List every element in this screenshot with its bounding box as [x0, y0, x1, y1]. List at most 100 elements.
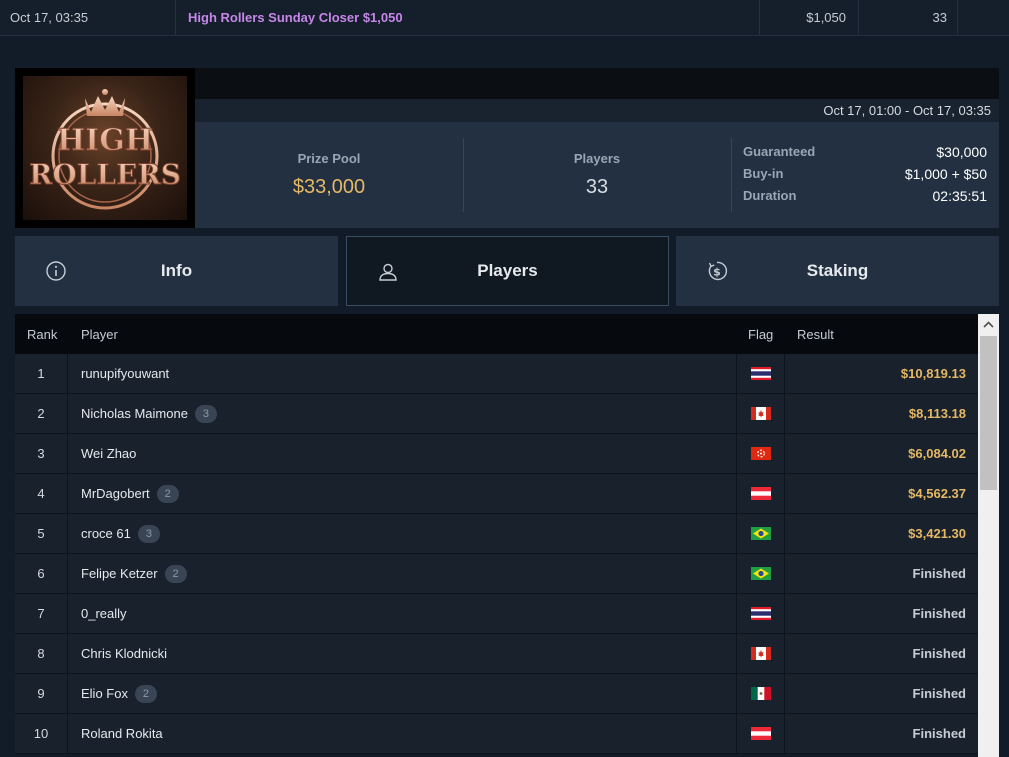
rank-cell: 2 [15, 394, 68, 433]
player-name[interactable]: Chris Klodnicki [81, 646, 167, 661]
player-name[interactable]: Felipe Ketzer [81, 566, 158, 581]
result-cell: $8,113.18 [908, 406, 966, 421]
table-row[interactable]: 4 MrDagobert 2 $4,562.37 [15, 474, 978, 514]
tab-info[interactable]: Info [15, 236, 338, 306]
previous-tournament-row[interactable]: Oct 17, 03:35 High Rollers Sunday Closer… [0, 0, 1009, 36]
tab-label: Players [477, 261, 538, 280]
player-cell[interactable]: Nicholas Maimone 3 [81, 394, 217, 433]
table-header: Rank Player Flag Result [15, 314, 978, 354]
header-result[interactable]: Result [797, 327, 834, 342]
detail-guaranteed: Guaranteed $30,000 [743, 144, 987, 166]
table-row[interactable]: 3 Wei Zhao $6,084.02 [15, 434, 978, 474]
tournament-name-link[interactable]: High Rollers Sunday Closer $1,050 [176, 0, 760, 35]
tournament-details: Guaranteed $30,000 Buy-in $1,000 + $50 D… [731, 122, 999, 228]
tab-staking[interactable]: $ Staking [676, 236, 999, 306]
rank-cell: 9 [15, 674, 68, 713]
tournament-stats: Prize Pool $33,000 Players 33 Guaranteed… [195, 122, 999, 228]
prize-pool-label: Prize Pool [297, 151, 361, 166]
detail-label: Duration [743, 188, 797, 203]
result-cell: Finished [912, 686, 966, 701]
player-cell[interactable]: 0_really [81, 594, 127, 633]
player-cell[interactable]: Elio Fox 2 [81, 674, 157, 713]
table-row[interactable]: 8 Chris Klodnicki Finished [15, 634, 978, 674]
header-rank[interactable]: Rank [27, 327, 57, 342]
flag-cell [736, 514, 785, 553]
canada-flag-icon [750, 647, 771, 660]
logo-text-rollers: ROLLERS [29, 158, 181, 191]
player-cell[interactable]: croce 61 3 [81, 514, 160, 553]
tab-label: Info [160, 261, 193, 280]
canada-flag-icon [750, 407, 771, 420]
result-cell: Finished [912, 646, 966, 661]
player-name[interactable]: Wei Zhao [81, 446, 136, 461]
player-name[interactable]: Roland Rokita [81, 726, 163, 741]
table-row[interactable]: 7 0_really Finished [15, 594, 978, 634]
players-value: 33 [585, 176, 609, 198]
detail-value: $30,000 [936, 144, 987, 160]
table-row[interactable]: 9 Elio Fox 2 Finished [15, 674, 978, 714]
flag-cell [736, 474, 785, 513]
player-name[interactable]: runupifyouwant [81, 366, 169, 381]
detail-value: 02:35:51 [932, 188, 988, 204]
thailand-flag-icon [750, 367, 771, 380]
result-cell: $10,819.13 [900, 366, 966, 381]
dollar-icon: $ [708, 261, 728, 281]
info-icon [46, 261, 66, 281]
header-flag[interactable]: Flag [748, 327, 773, 342]
flag-cell [736, 394, 785, 433]
detail-value: $1,000 + $50 [904, 166, 987, 182]
svg-text:$: $ [713, 266, 721, 279]
flag-cell [736, 554, 785, 593]
table-row[interactable]: 2 Nicholas Maimone 3 $8,113.18 [15, 394, 978, 434]
prize-pool-stat: Prize Pool $33,000 [195, 122, 463, 228]
table-row[interactable]: 5 croce 61 3 $3,421.30 [15, 514, 978, 554]
flag-cell [736, 714, 785, 753]
table-row[interactable]: 10 Roland Rokita Finished [15, 714, 978, 754]
tab-label: Staking [806, 261, 869, 280]
austria-flag-icon [750, 487, 771, 500]
rank-cell: 5 [15, 514, 68, 553]
tournament-players: 33 [859, 0, 958, 35]
mexico-flag-icon [750, 687, 771, 700]
scroll-up-icon[interactable] [978, 314, 999, 334]
player-name[interactable]: croce 61 [81, 526, 131, 541]
player-name[interactable]: Nicholas Maimone [81, 406, 188, 421]
thailand-flag-icon [750, 607, 771, 620]
table-scrollbar[interactable] [978, 314, 999, 757]
player-cell[interactable]: MrDagobert 2 [81, 474, 179, 513]
flag-cell [736, 634, 785, 673]
rank-cell: 7 [15, 594, 68, 633]
entries-badge: 3 [137, 524, 160, 543]
table-row[interactable]: 6 Felipe Ketzer 2 Finished [15, 554, 978, 594]
player-cell[interactable]: Felipe Ketzer 2 [81, 554, 187, 593]
tournament-date: Oct 17, 03:35 [0, 0, 176, 35]
tab-players[interactable]: Players [346, 236, 669, 306]
rank-cell: 8 [15, 634, 68, 673]
scrollbar-thumb[interactable] [980, 336, 997, 490]
rank-cell: 10 [15, 714, 68, 753]
player-name[interactable]: MrDagobert [81, 486, 150, 501]
players-label: Players [573, 151, 621, 166]
players-stat: Players 33 [463, 122, 731, 228]
header-player[interactable]: Player [81, 327, 118, 342]
player-name[interactable]: Elio Fox [81, 686, 128, 701]
table-row[interactable]: 1 runupifyouwant $10,819.13 [15, 354, 978, 394]
logo-text-high: HIGH [57, 123, 153, 158]
flag-cell [736, 594, 785, 633]
player-cell[interactable]: Roland Rokita [81, 714, 163, 753]
rank-cell: 6 [15, 554, 68, 593]
player-cell[interactable]: Chris Klodnicki [81, 634, 167, 673]
result-cell: Finished [912, 566, 966, 581]
hong-kong-flag-icon [750, 447, 771, 460]
rank-cell: 3 [15, 434, 68, 473]
entries-badge: 3 [194, 404, 217, 423]
detail-duration: Duration 02:35:51 [743, 188, 987, 210]
detail-label: Buy-in [743, 166, 784, 181]
brazil-flag-icon [750, 567, 771, 580]
player-name[interactable]: 0_really [81, 606, 127, 621]
entries-badge: 2 [134, 684, 157, 703]
brazil-flag-icon [750, 527, 771, 540]
player-cell[interactable]: Wei Zhao [81, 434, 136, 473]
player-cell[interactable]: runupifyouwant [81, 354, 169, 393]
flag-cell [736, 354, 785, 393]
